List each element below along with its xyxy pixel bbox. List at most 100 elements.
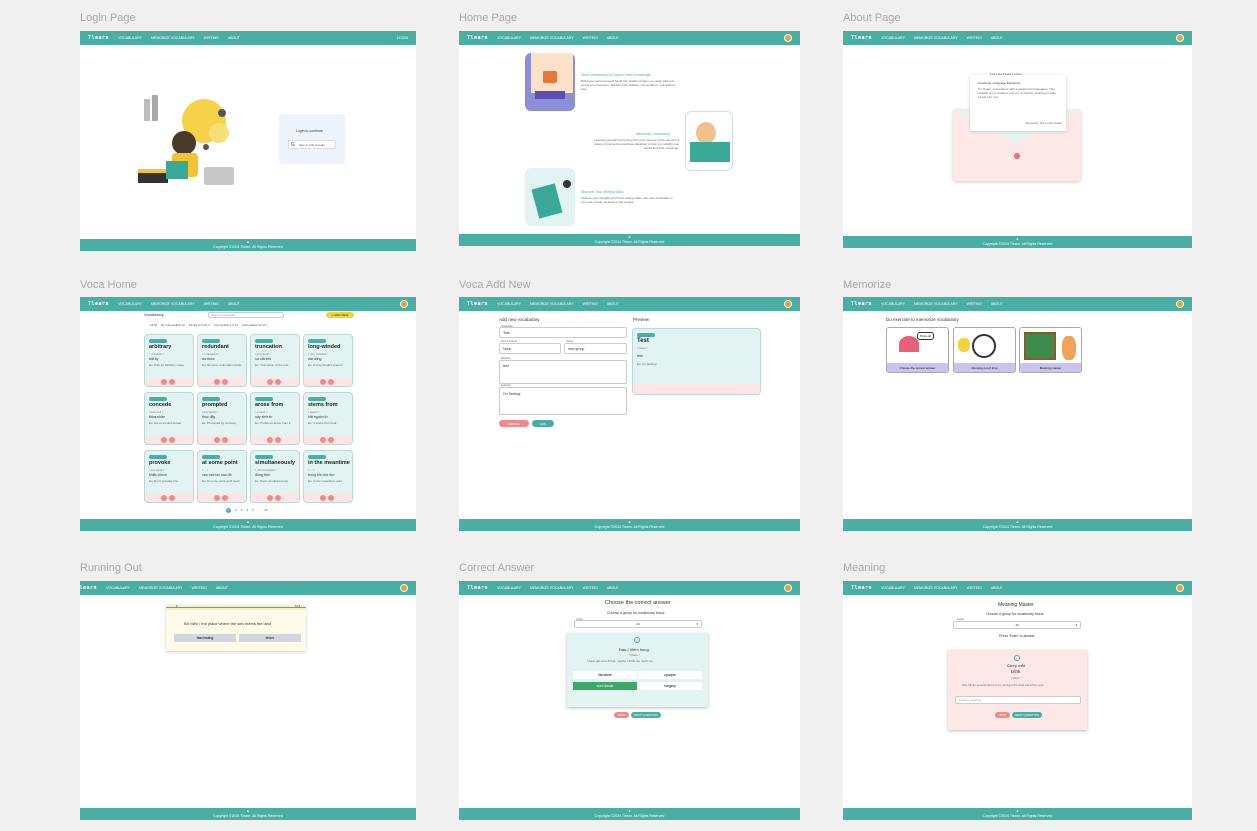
meaning-master-option[interactable]: Meaning master <box>1019 327 1082 373</box>
vocabulary-card[interactable]: truncation / trʌŋˈkeɪʃn / sự cắt bớt Ex: Tr… <box>250 334 300 387</box>
running-out-of-time-option[interactable]: Running out of time <box>953 327 1016 373</box>
edit-icon[interactable] <box>267 495 273 501</box>
delete-icon[interactable] <box>222 437 228 443</box>
google-signin-button[interactable]: G Sign in with Google <box>288 140 336 149</box>
example-input[interactable]: I'm Testing! <box>499 387 627 415</box>
nav-memorize[interactable]: MEMORIZE VOCABULARY <box>530 586 574 590</box>
nav-about[interactable]: ABOUT <box>607 36 619 40</box>
add-button[interactable]: ADD <box>532 420 554 427</box>
nav-about[interactable]: ABOUT <box>991 36 1003 40</box>
delete-icon[interactable] <box>275 495 281 501</box>
answer-option[interactable]: opaque <box>638 671 702 679</box>
avatar[interactable] <box>1176 34 1184 42</box>
vocabulary-card[interactable]: concede / kənˈsiːd / thừa nhận Ex: He conce… <box>144 392 194 445</box>
nav-writing[interactable]: WRITING <box>967 36 982 40</box>
nav-writing[interactable]: WRITING <box>967 586 982 590</box>
nav-writing[interactable]: WRITING <box>583 586 598 590</box>
delete-icon[interactable] <box>328 379 334 385</box>
nav-memorize[interactable]: MEMORIZE VOCABULARY <box>530 36 574 40</box>
edit-icon[interactable] <box>320 379 326 385</box>
nav-about[interactable]: ABOUT <box>991 586 1003 590</box>
vocabulary-card[interactable]: provoke / prəˈvəʊk / khiêu khích Ex: Don't … <box>144 450 194 503</box>
nav-about[interactable]: ABOUT <box>607 302 619 306</box>
edit-icon[interactable] <box>161 437 167 443</box>
vocabulary-card[interactable]: stems from / stemz / bắt nguồn từ Ex: It st… <box>303 392 353 445</box>
cancel-button[interactable]: CANCEL <box>499 420 529 427</box>
delete-icon[interactable] <box>222 495 228 501</box>
part-of-speech-select[interactable]: Noun <box>499 343 561 354</box>
logo[interactable]: Tlearn <box>88 301 109 307</box>
avatar[interactable] <box>400 300 408 308</box>
delete-icon[interactable] <box>328 437 334 443</box>
avatar[interactable] <box>784 300 792 308</box>
nav-writing[interactable]: WRITING <box>204 302 219 306</box>
edit-icon[interactable] <box>161 379 167 385</box>
choose-correct-answer-option[interactable]: Pizza ok! Choose the correct answer <box>886 327 949 373</box>
page-2[interactable]: 2 <box>235 508 237 513</box>
page-12[interactable]: 12 <box>264 508 267 513</box>
avatar[interactable] <box>400 584 408 592</box>
skip-button[interactable]: SKIP <box>614 712 629 718</box>
delete-icon[interactable] <box>169 437 175 443</box>
delete-icon[interactable] <box>222 379 228 385</box>
nav-writing[interactable]: WRITING <box>204 36 219 40</box>
vocabulary-card[interactable]: prompted / prɒmptɪd / thúc đẩy Ex: Prompted… <box>197 392 247 445</box>
answer-meaning-input[interactable]: Answer meaning <box>955 696 1081 704</box>
nav-vocabulary[interactable]: VOCABULARY <box>497 586 521 590</box>
nav-memorize[interactable]: MEMORIZE VOCABULARY <box>914 302 958 306</box>
logo[interactable]: Tlearn <box>88 35 109 41</box>
answer-option-selected[interactable]: sore throat <box>573 682 637 690</box>
nav-writing[interactable]: WRITING <box>192 586 207 590</box>
nav-vocabulary[interactable]: VOCABULARY <box>497 36 521 40</box>
nav-vocabulary[interactable]: VOCABULARY <box>118 36 142 40</box>
edit-icon[interactable] <box>267 437 273 443</box>
page-5[interactable]: 5 <box>252 508 254 513</box>
nav-vocabulary[interactable]: VOCABULARY <box>881 586 905 590</box>
edit-icon[interactable] <box>320 437 326 443</box>
nav-memorize[interactable]: MEMORIZE VOCABULARY <box>139 586 183 590</box>
vocabulary-card[interactable]: arose from / əˈrəʊz / nảy sinh từ Ex: Probl… <box>250 392 300 445</box>
filter-tab[interactable]: Intermediate 1-6 12 <box>214 323 238 327</box>
answer-option-b[interactable]: shore <box>239 634 301 642</box>
nav-writing[interactable]: WRITING <box>583 36 598 40</box>
nav-login[interactable]: LOGIN <box>397 36 408 40</box>
nav-memorize[interactable]: MEMORIZE VOCABULARY <box>151 302 195 306</box>
filter-tab[interactable]: All 25 <box>150 323 157 327</box>
nav-about[interactable]: ABOUT <box>216 586 228 590</box>
vocabulary-card[interactable]: arbitrary / ˈɑːbɪtrəri / bất kỳ Ex: Pick an… <box>144 334 194 387</box>
filter-tab[interactable]: Intermediate 10-14 7 <box>242 323 268 327</box>
page-1[interactable]: 1 <box>226 508 231 513</box>
nav-vocabulary[interactable]: VOCABULARY <box>881 302 905 306</box>
logo[interactable]: Tlearn <box>851 35 872 41</box>
logo[interactable]: Tlearn <box>80 585 97 591</box>
meaning-input[interactable]: test <box>499 360 627 384</box>
nav-writing[interactable]: WRITING <box>967 302 982 306</box>
edit-icon[interactable] <box>161 495 167 501</box>
nav-about[interactable]: ABOUT <box>228 36 240 40</box>
edit-icon[interactable] <box>320 495 326 501</box>
vocabulary-card[interactable]: simultaneously / ˌsɪmlˈteɪniəsli / đồng th… <box>250 450 300 503</box>
nav-vocabulary[interactable]: VOCABULARY <box>106 586 130 590</box>
next-question-button[interactable]: NEXT QUESTION <box>631 712 661 718</box>
logo[interactable]: Tlearn <box>851 585 872 591</box>
vocabulary-card[interactable]: at some point / ... / vào một lúc nào đó Ex… <box>197 450 247 503</box>
delete-icon[interactable] <box>169 495 175 501</box>
filter-tab[interactable]: My Intermediate 10 <box>161 323 185 327</box>
avatar[interactable] <box>784 584 792 592</box>
avatar[interactable] <box>1176 584 1184 592</box>
nav-memorize[interactable]: MEMORIZE VOCABULARY <box>530 302 574 306</box>
edit-icon[interactable] <box>214 495 220 501</box>
edit-icon[interactable] <box>214 437 220 443</box>
group-select[interactable]: All ▾ <box>953 621 1081 629</box>
add-new-button[interactable]: + ADD NEW <box>326 312 354 318</box>
nav-vocabulary[interactable]: VOCABULARY <box>497 302 521 306</box>
logo[interactable]: Tlearn <box>851 301 872 307</box>
edit-icon[interactable] <box>267 379 273 385</box>
nav-memorize[interactable]: MEMORIZE VOCABULARY <box>914 586 958 590</box>
nav-about[interactable]: ABOUT <box>228 302 240 306</box>
delete-icon[interactable] <box>328 495 334 501</box>
next-page-icon[interactable]: › <box>272 508 273 513</box>
vocabulary-input[interactable]: Test <box>499 327 627 338</box>
edit-icon[interactable] <box>214 379 220 385</box>
next-question-button[interactable]: NEXT QUESTION <box>1012 712 1042 718</box>
